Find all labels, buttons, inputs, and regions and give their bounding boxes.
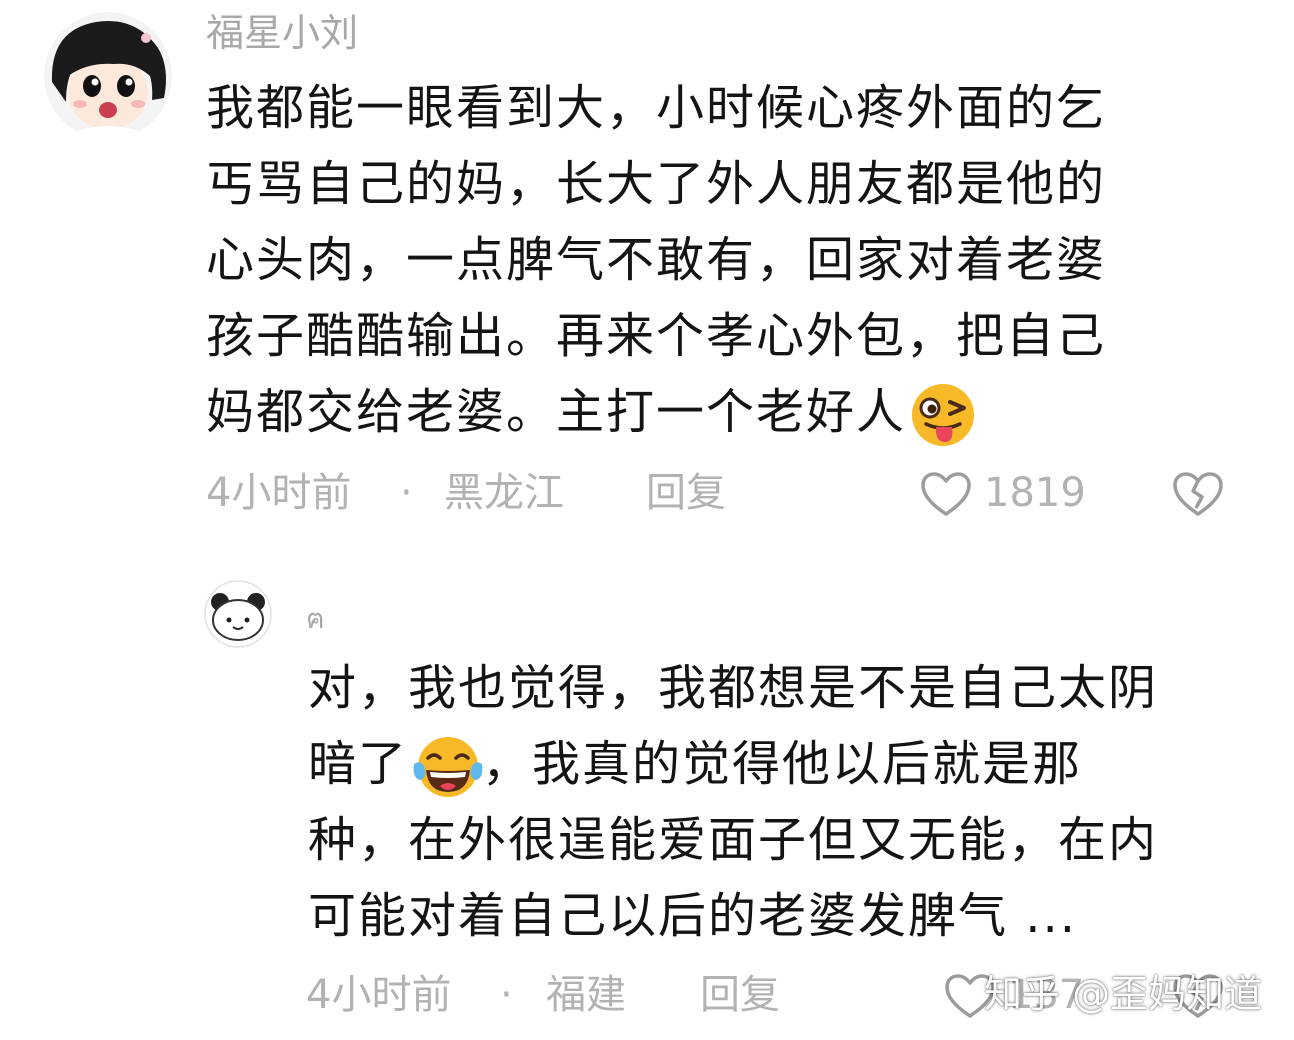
username[interactable]: ฅ	[306, 596, 325, 642]
timestamp: 4小时前	[306, 972, 452, 1018]
separator: ·	[500, 972, 513, 1018]
location: 黑龙江	[444, 470, 564, 516]
comment-text: 我都能一眼看到大，小时候心疼外面的乞 丐骂自己的妈，长大了外人朋友都是他的 心头…	[206, 70, 1106, 450]
winking-tongue-emoji	[908, 382, 978, 448]
avatar[interactable]	[204, 580, 272, 648]
comment-line: 心头肉，一点脾气不敢有，回家对着老婆	[206, 232, 1107, 288]
reply-button[interactable]: 回复	[646, 468, 726, 518]
heart-outline-icon[interactable]	[920, 472, 972, 530]
username[interactable]: 福星小刘	[206, 10, 358, 56]
like-count: 1819	[984, 470, 1086, 516]
comment-line: ，我真的觉得他以后就是那	[482, 736, 1083, 792]
comment-line: 丐骂自己的妈，长大了外人朋友都是他的	[206, 156, 1107, 212]
crying-laughing-emoji	[410, 734, 483, 800]
separator: ·	[400, 470, 413, 516]
comment-line: 暗了	[308, 736, 409, 792]
comment-line: 妈都交给老婆。主打一个老好人	[206, 384, 907, 440]
comment-line: 孩子酷酷输出。再来个孝心外包，把自己	[206, 308, 1107, 364]
avatar[interactable]	[44, 12, 172, 140]
timestamp: 4小时前	[206, 470, 352, 516]
location: 福建	[546, 972, 626, 1018]
reply-button[interactable]: 回复	[700, 970, 780, 1020]
comment-line: 对，我也觉得，我都想是不是自己太阴	[308, 660, 1159, 716]
broken-heart-icon[interactable]	[1172, 472, 1224, 530]
comment-line: 可能对着自己以后的老婆发脾气 ...	[308, 888, 1078, 944]
comment-line-with-emoji: 妈都交给老婆。主打一个老好人	[206, 374, 1106, 450]
comment-line: 我都能一眼看到大，小时候心疼外面的乞	[206, 80, 1107, 136]
watermark: 知乎 @歪妈知道	[984, 972, 1263, 1016]
comment-text: 对，我也觉得，我都想是不是自己太阴 暗了 ，我真的觉得他以后就是那 种，在外很逞…	[308, 650, 1158, 954]
comment-line: 种，在外很逞能爱面子但又无能，在内	[308, 812, 1159, 868]
comment-line-with-emoji: 暗了 ，我真的觉得他以后就是那	[308, 726, 1158, 802]
